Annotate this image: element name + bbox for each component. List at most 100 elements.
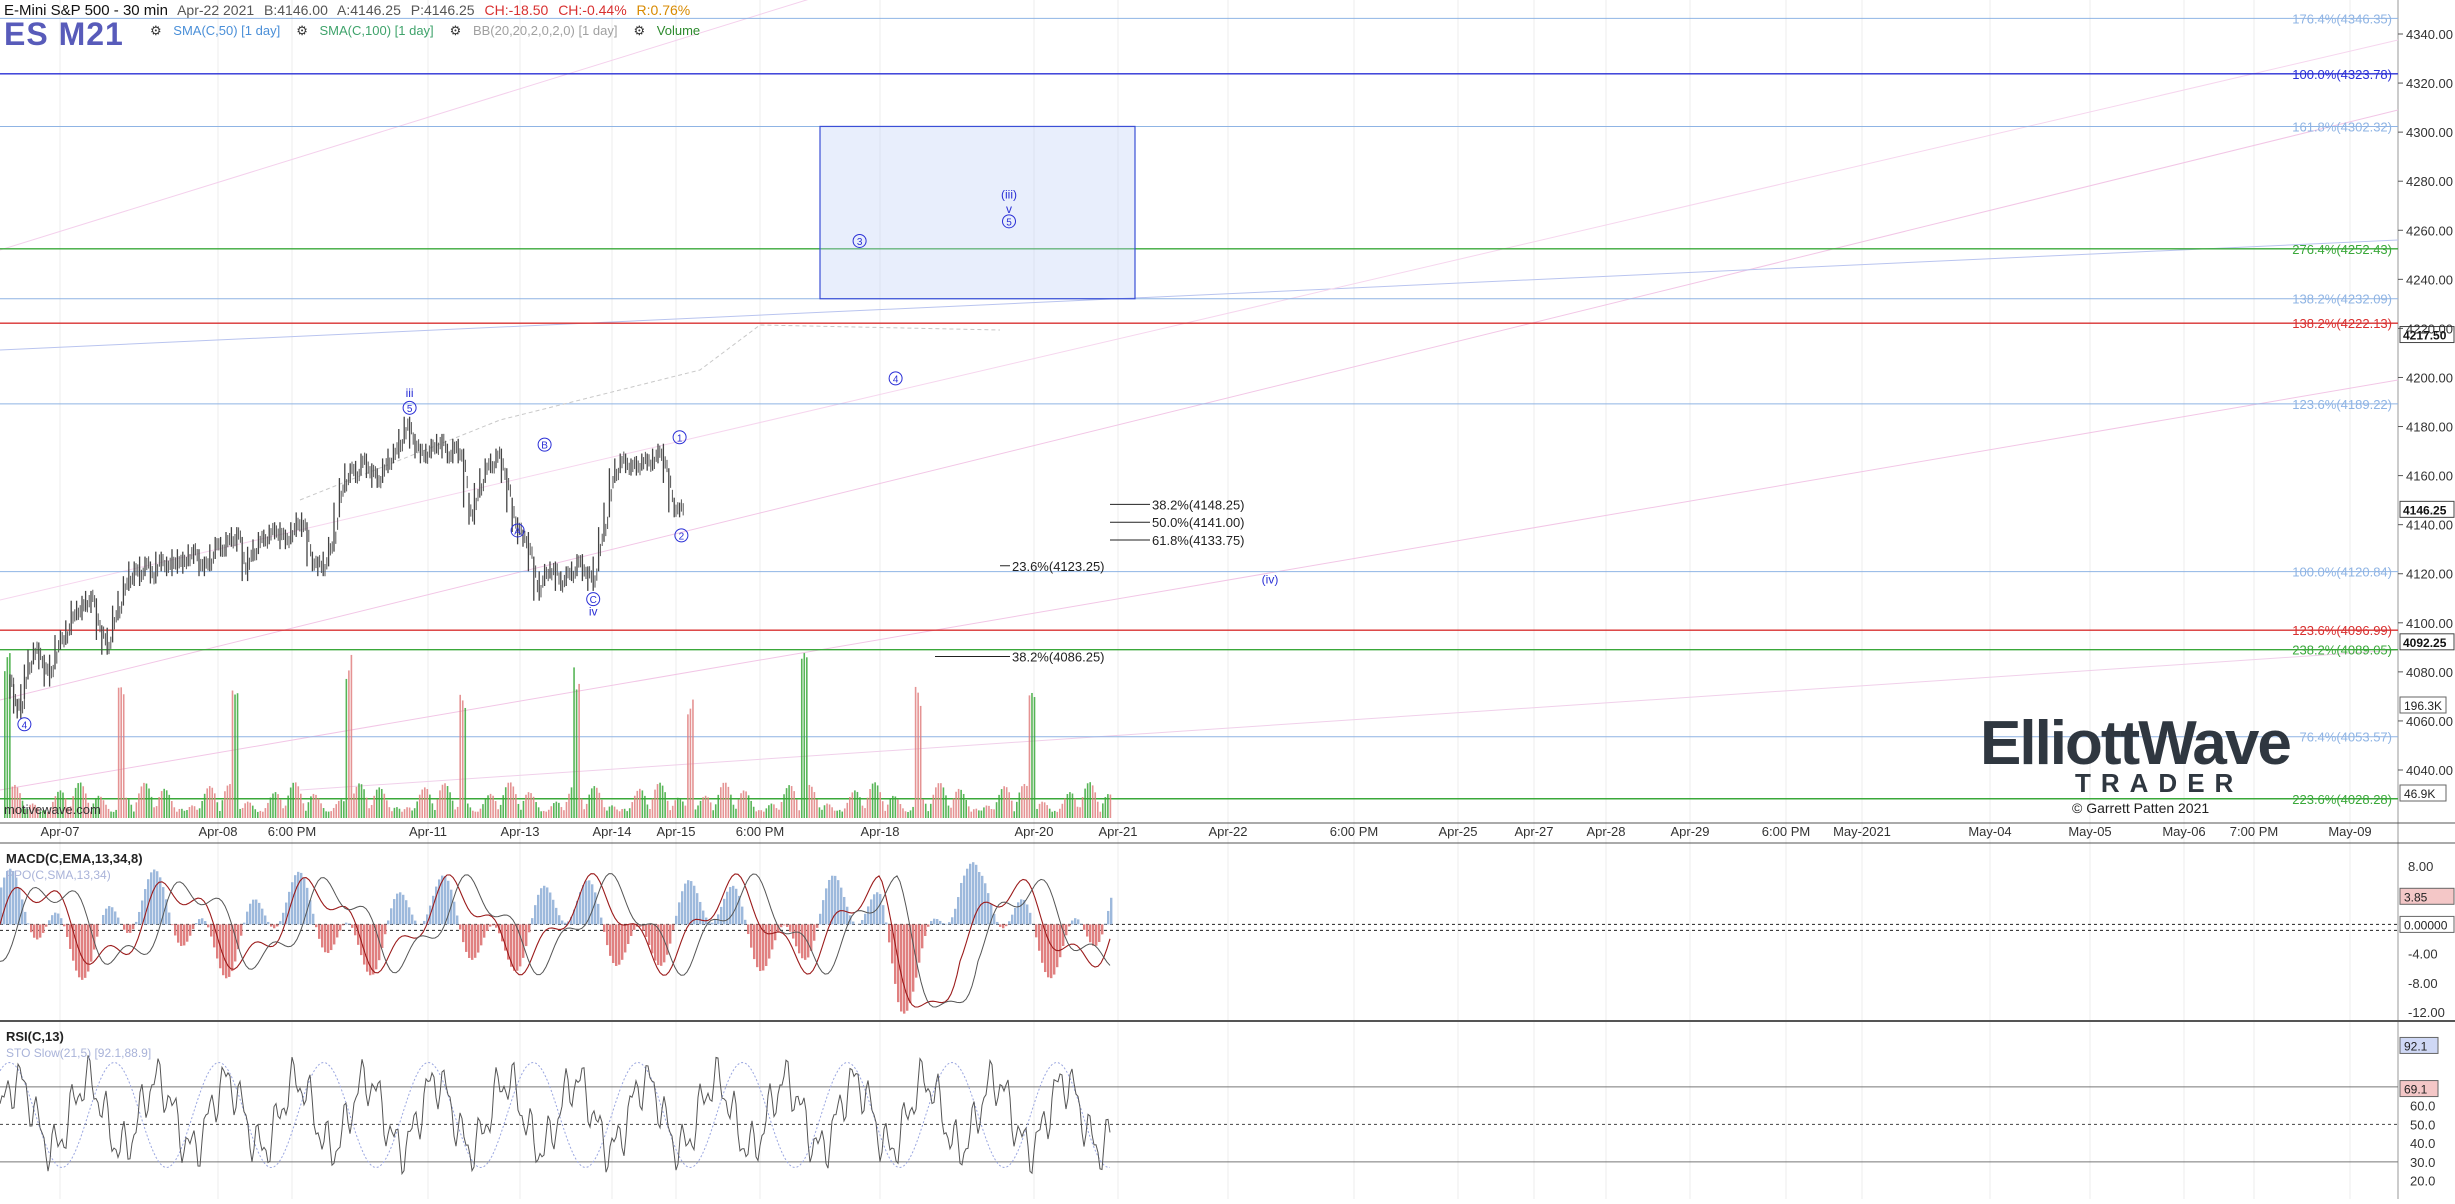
volume-bar [525,795,527,818]
volume-bar [905,811,907,818]
volume-bar [437,799,439,818]
volume-bar [611,805,613,818]
macd-histogram-bar [318,924,320,938]
volume-bar [470,807,472,818]
volume-bar [1079,807,1081,818]
macd-histogram-bar [528,924,530,932]
macd-line [0,874,1110,1007]
volume-bar [209,786,211,818]
volume-bar [725,783,727,818]
macd-histogram-bar [63,924,65,926]
volume-bar [267,803,269,818]
indicator-item[interactable]: ⚙ SMA(C,100) [1 day] [296,23,441,38]
chart-stage[interactable]: Apr-07Apr-086:00 PMApr-11Apr-13Apr-14Apr… [0,0,2455,1199]
macd-histogram-bar [927,924,929,926]
volume-bar [895,796,897,818]
volume-bar [158,797,160,818]
volume-bar [735,809,737,818]
volume-bar [968,806,970,818]
macd-histogram-bar [330,924,332,950]
volume-bar [406,807,408,818]
volume-bar [1026,786,1028,818]
volume-bar [333,808,335,818]
rsi-tick-label: 60.0 [2410,1099,2435,1114]
macd-histogram-bar [1008,921,1010,924]
macd-histogram-bar [243,923,245,925]
volume-bar [105,805,107,818]
indicator-item[interactable]: ⚙ SMA(C,50) [1 day] [150,23,288,38]
volume-bar [386,800,388,818]
x-tick-label: 6:00 PM [1762,824,1810,839]
volume-bar [710,802,712,818]
wave-label: 4 [893,374,899,385]
volume-bar [647,805,649,818]
x-tick-label: Apr-29 [1670,824,1709,839]
macd-histogram-bar [423,921,425,924]
gear-icon[interactable]: ⚙ [450,23,465,38]
y-tick-label: 4200.00 [2406,370,2453,385]
volume-bar [740,793,742,818]
volume-bar [384,794,386,818]
macd-histogram-bar [594,892,596,924]
macd-histogram-bar [945,924,947,925]
volume-bar [363,789,365,818]
indicator-item[interactable]: ⚙ BB(20,20,2,0,2,0) [1 day] [450,23,626,38]
volume-bar [669,810,671,818]
volume-bar [596,788,598,818]
wave-label: A [514,526,521,537]
macd-histogram-bar [756,924,758,967]
wave-label: (iv) [1262,573,1279,587]
volume-bar [487,795,489,818]
x-tick-label: Apr-07 [40,824,79,839]
volume-bar [920,706,922,818]
macd-histogram-bar [837,880,839,924]
symbol-label: ES M21 [4,16,124,53]
volume-bar [206,788,208,818]
macd-histogram-bar [393,899,395,924]
volume-bar [738,800,740,818]
gear-icon[interactable]: ⚙ [296,23,311,38]
volume-bar [1077,807,1079,818]
gear-icon[interactable]: ⚙ [633,23,648,38]
macd-histogram-bar [585,881,587,925]
indicator-legend[interactable]: ⚙ SMA(C,50) [1 day]⚙ SMA(C,100) [1 day]⚙… [150,23,716,39]
macd-histogram-bar [15,878,17,925]
volume-bar [819,807,821,818]
volume-bar [983,807,985,818]
macd-histogram-bar [1104,924,1106,925]
macd-histogram-bar [339,924,341,930]
macd-histogram-bar [840,888,842,925]
volume-bar [136,802,138,818]
volume-bar [586,804,588,818]
retracement-label: 38.2%(4148.25) [1152,497,1245,512]
price-chart[interactable]: Apr-07Apr-086:00 PMApr-11Apr-13Apr-14Apr… [0,0,2455,1199]
macd-histogram-bar [24,912,26,925]
volume-bar [179,809,181,818]
macd-histogram-bar [1068,924,1070,926]
macd-histogram-bar [654,924,656,960]
volume-bar [138,793,140,818]
volume-bar [803,653,805,818]
volume-bar [712,810,714,818]
volume-bar [472,811,474,818]
volume-bar [826,804,828,818]
volume-bar [1029,695,1031,818]
volume-bar [1072,794,1074,818]
volume-bar [125,798,127,818]
volume-bar [290,787,292,818]
gear-icon[interactable]: ⚙ [150,23,165,38]
macd-histogram-bar [804,924,806,959]
wave-label: iv [589,604,598,618]
volume-bar [644,796,646,818]
volume-bar [1001,789,1003,818]
volume-bar [351,655,353,818]
volume-bar [366,798,368,818]
macd-histogram-bar [630,924,632,936]
indicator-item[interactable]: ⚙ Volume [633,23,708,38]
volume-bar [700,801,702,818]
macd-histogram-bar [108,906,110,924]
macd-histogram-bar [168,913,170,925]
fib-label: 76.4%(4053.57) [2299,730,2392,745]
volume-bar [260,811,262,818]
macd-histogram-bar [480,924,482,945]
